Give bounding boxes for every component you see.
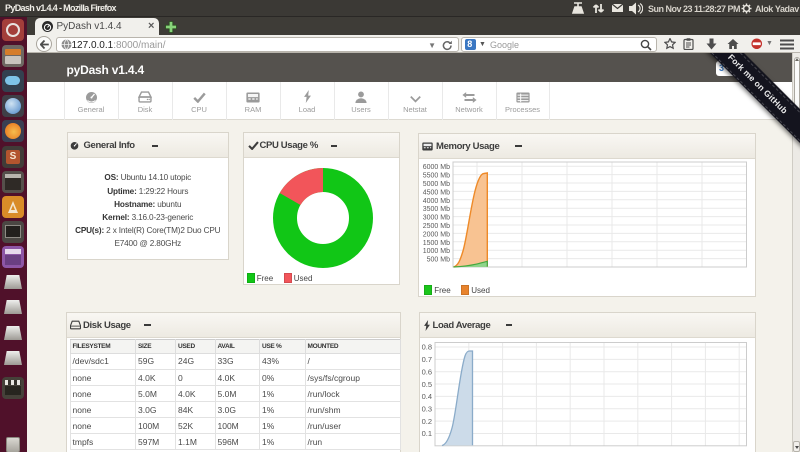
svg-text:0.4: 0.4 <box>422 392 432 401</box>
svg-text:4500 Mb: 4500 Mb <box>423 189 450 196</box>
svg-text:3500 Mb: 3500 Mb <box>423 206 450 213</box>
svg-text:2500 Mb: 2500 Mb <box>423 223 450 230</box>
svg-text:3000 Mb: 3000 Mb <box>423 215 450 222</box>
svg-text:0.1: 0.1 <box>422 429 432 438</box>
svg-text:1500 Mb: 1500 Mb <box>423 240 450 247</box>
svg-text:0.6: 0.6 <box>422 367 432 376</box>
svg-text:0.5: 0.5 <box>422 380 432 389</box>
svg-text:5500 Mb: 5500 Mb <box>423 173 450 180</box>
svg-text:5000 Mb: 5000 Mb <box>423 181 450 188</box>
svg-text:1000 Mb: 1000 Mb <box>423 248 450 255</box>
svg-text:0.3: 0.3 <box>422 404 432 413</box>
svg-text:2000 Mb: 2000 Mb <box>423 231 450 238</box>
svg-text:500 Mb: 500 Mb <box>427 257 450 264</box>
svg-text:4000 Mb: 4000 Mb <box>423 198 450 205</box>
svg-text:0.2: 0.2 <box>422 417 432 426</box>
svg-text:0.7: 0.7 <box>422 355 432 364</box>
svg-text:0.8: 0.8 <box>422 343 432 352</box>
svg-text:6000 Mb: 6000 Mb <box>423 164 450 171</box>
